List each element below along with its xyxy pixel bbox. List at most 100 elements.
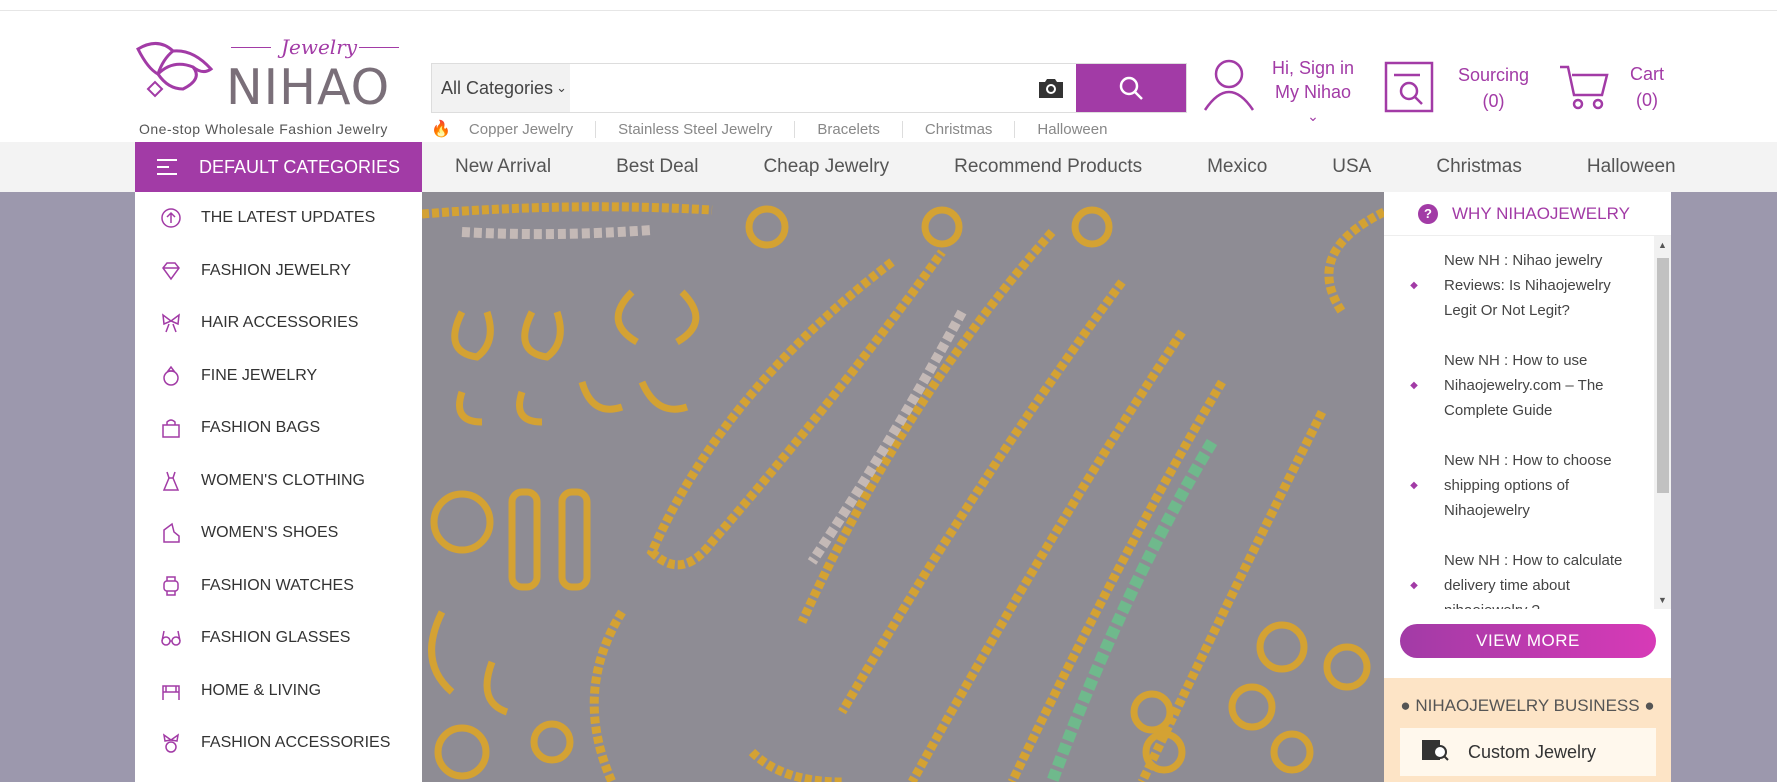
- side-menu-item[interactable]: HAIR ACCESSORIES: [135, 297, 422, 350]
- category-side-menu: THE LATEST UPDATES FASHION JEWELRY HAIR …: [135, 192, 422, 782]
- side-menu-label: FASHION BAGS: [201, 419, 321, 437]
- diamond-bullet-icon: ◆: [1410, 280, 1418, 291]
- side-menu-label: FINE JEWELRY: [201, 366, 318, 384]
- hot-link[interactable]: Halloween: [1014, 120, 1129, 138]
- sourcing-link[interactable]: Sourcing (0): [1384, 61, 1529, 115]
- diamond-bullet-icon: ◆: [1410, 380, 1418, 391]
- custom-search-icon: [1420, 738, 1450, 767]
- default-categories-button[interactable]: DEFAULT CATEGORIES: [135, 142, 422, 192]
- side-menu-item[interactable]: WOMEN'S SHOES: [135, 507, 422, 560]
- sign-in-link[interactable]: Hi, Sign in: [1272, 56, 1354, 80]
- nav-link[interactable]: USA: [1332, 156, 1371, 178]
- watch-icon: [159, 574, 183, 598]
- jewelry-banner-image: [422, 192, 1384, 782]
- scrollbar-thumb[interactable]: [1657, 258, 1669, 493]
- logo-line-left: [231, 47, 271, 48]
- side-menu-label: FASHION ACCESSORIES: [201, 734, 391, 752]
- header: Jewelry NIHAO One-stop Wholesale Fashion…: [0, 11, 1777, 142]
- hamburger-icon: [157, 154, 177, 180]
- account-menu[interactable]: Hi, Sign in My Nihao ⌄: [1202, 56, 1354, 128]
- side-menu-item[interactable]: FINE JEWELRY: [135, 350, 422, 403]
- news-item[interactable]: ◆ New NH : How to use Nihaojewelry.com –…: [1384, 348, 1654, 423]
- search-icon: [1119, 76, 1143, 100]
- hot-link[interactable]: Bracelets: [794, 120, 902, 138]
- cart-icon: [1560, 65, 1609, 110]
- side-menu-item[interactable]: FASHION GLASSES: [135, 612, 422, 665]
- search-input[interactable]: [570, 64, 1026, 112]
- main-area: THE LATEST UPDATES FASHION JEWELRY HAIR …: [0, 192, 1777, 782]
- view-more-button[interactable]: VIEW MORE: [1400, 624, 1656, 658]
- why-title: WHY NIHAOJEWELRY: [1452, 203, 1630, 223]
- hot-search-links: 🔥 Copper Jewelry Stainless Steel Jewelry…: [431, 119, 1129, 139]
- diamond-bullet-icon: ◆: [1410, 480, 1418, 491]
- shoe-icon: [159, 521, 183, 545]
- nav-link[interactable]: Christmas: [1436, 156, 1522, 178]
- why-header[interactable]: ? WHY NIHAOJEWELRY: [1384, 192, 1671, 236]
- side-menu-label: FASHION JEWELRY: [201, 261, 351, 279]
- question-icon: ?: [1418, 203, 1438, 224]
- my-nihao-link[interactable]: My Nihao: [1272, 80, 1354, 104]
- scroll-down-icon[interactable]: ▼: [1654, 595, 1671, 605]
- arrow-up-circle-icon: [159, 206, 183, 230]
- nav-link[interactable]: Recommend Products: [954, 156, 1142, 178]
- site-logo[interactable]: Jewelry NIHAO One-stop Wholesale Fashion…: [133, 29, 405, 141]
- flame-icon: 🔥: [431, 121, 451, 138]
- hero-banner[interactable]: [422, 192, 1384, 782]
- sourcing-count: (0): [1482, 91, 1505, 111]
- logo-tagline: One-stop Wholesale Fashion Jewelry: [139, 121, 388, 137]
- side-menu-label: HAIR ACCESSORIES: [201, 314, 359, 332]
- news-item[interactable]: ◆ New NH : How to choose shipping option…: [1384, 448, 1654, 523]
- logo-line-right: [359, 47, 399, 48]
- business-section: ● NIHAOJEWELRY BUSINESS ● Custom Jewelry: [1384, 678, 1671, 782]
- custom-jewelry-label: Custom Jewelry: [1468, 741, 1597, 762]
- side-menu-item[interactable]: WOMEN'S CLOTHING: [135, 455, 422, 508]
- main-nav: DEFAULT CATEGORIES New Arrival Best Deal…: [0, 142, 1777, 192]
- side-menu-item[interactable]: FASHION ACCESSORIES: [135, 717, 422, 770]
- camera-icon[interactable]: [1026, 64, 1076, 112]
- cart-link[interactable]: Cart (0): [1558, 61, 1664, 113]
- butterfly-logo-icon: [136, 42, 214, 98]
- nav-link[interactable]: Mexico: [1207, 156, 1267, 178]
- side-menu-item[interactable]: FASHION WATCHES: [135, 560, 422, 613]
- side-menu-item[interactable]: HOME & LIVING: [135, 665, 422, 718]
- news-item[interactable]: ◆ New NH : Nihao jewelry Reviews: Is Nih…: [1384, 248, 1654, 323]
- logo-brand: NIHAO: [226, 59, 391, 116]
- news-scrollbar[interactable]: ▲ ▼: [1654, 236, 1671, 609]
- side-menu-label: WOMEN'S CLOTHING: [201, 471, 365, 489]
- nav-links: New Arrival Best Deal Cheap Jewelry Reco…: [422, 142, 1676, 192]
- side-menu-label: THE LATEST UPDATES: [201, 209, 376, 227]
- nav-link[interactable]: Halloween: [1587, 156, 1676, 178]
- news-text: New NH : Nihao jewelry Reviews: Is Nihao…: [1444, 252, 1611, 319]
- side-menu-item[interactable]: FASHION JEWELRY: [135, 245, 422, 298]
- news-text: New NH : How to choose shipping options …: [1444, 452, 1612, 519]
- scroll-up-icon[interactable]: ▲: [1654, 240, 1671, 250]
- news-item[interactable]: ◆ New NH : How to calculate delivery tim…: [1384, 548, 1654, 609]
- side-menu-item[interactable]: FASHION BAGS: [135, 402, 422, 455]
- hot-link[interactable]: Christmas: [901, 120, 1015, 138]
- chevron-down-icon[interactable]: ⌄: [1272, 104, 1354, 128]
- category-select-label: All Categories: [441, 77, 554, 98]
- news-text: New NH : How to calculate delivery time …: [1444, 552, 1623, 609]
- business-title: ● NIHAOJEWELRY BUSINESS ●: [1400, 696, 1655, 715]
- cart-label: Cart: [1630, 64, 1665, 84]
- nav-link[interactable]: Cheap Jewelry: [763, 156, 889, 178]
- ring-icon: [159, 364, 183, 388]
- bow-icon: [159, 311, 183, 335]
- hot-link[interactable]: Stainless Steel Jewelry: [595, 120, 794, 138]
- search-button[interactable]: [1076, 64, 1186, 112]
- side-menu-label: FASHION WATCHES: [201, 576, 354, 594]
- custom-jewelry-link[interactable]: Custom Jewelry: [1400, 728, 1656, 776]
- side-menu-item[interactable]: THE LATEST UPDATES: [135, 192, 422, 245]
- sourcing-label: Sourcing: [1458, 65, 1530, 85]
- default-categories-label: DEFAULT CATEGORIES: [199, 156, 401, 177]
- hot-link[interactable]: Copper Jewelry: [467, 121, 595, 138]
- search-bar: All Categories ⌄: [431, 63, 1187, 113]
- sourcing-icon: [1384, 61, 1434, 113]
- dress-icon: [159, 469, 183, 493]
- accessory-icon: [159, 731, 183, 755]
- category-select[interactable]: All Categories ⌄: [432, 64, 570, 112]
- user-icon: [1203, 59, 1255, 111]
- nav-link[interactable]: New Arrival: [455, 156, 551, 178]
- sofa-icon: [159, 679, 183, 703]
- nav-link[interactable]: Best Deal: [616, 156, 698, 178]
